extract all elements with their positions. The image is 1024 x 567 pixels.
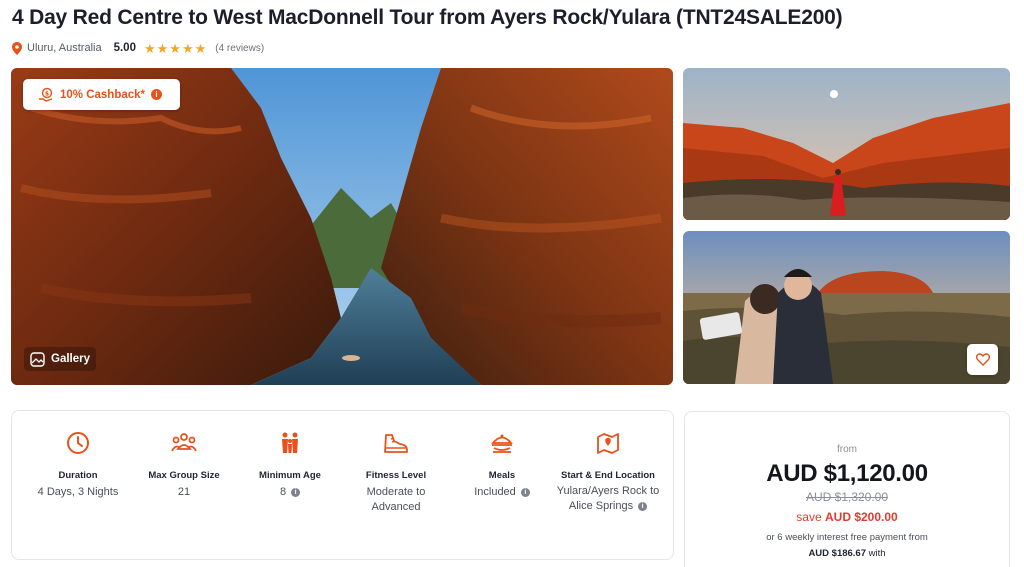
- feature-label: Duration: [58, 470, 98, 481]
- map-pin-icon: [597, 433, 619, 454]
- cashback-icon: $: [39, 87, 53, 102]
- feature-label: Max Group Size: [148, 470, 220, 481]
- clock-icon: [67, 432, 89, 454]
- rating-score: 5.00: [113, 42, 136, 54]
- svg-text:$: $: [45, 90, 49, 97]
- shoe-icon: [384, 434, 408, 453]
- price-from-label: from: [837, 444, 857, 455]
- installment-amount: AUD $186.67: [808, 548, 866, 559]
- gallery-label: Gallery: [51, 353, 90, 365]
- feature-value: Moderate to Advanced: [366, 486, 426, 513]
- savings-text: save AUD $200.00: [685, 510, 1009, 524]
- meal-icon: [491, 434, 513, 453]
- reviews-link[interactable]: (4 reviews): [215, 43, 264, 54]
- location-pin-icon: [12, 41, 22, 55]
- feature-value: 4 Days, 3 Nights: [37, 486, 119, 498]
- original-price: AUD $1,320.00: [805, 490, 889, 504]
- info-icon[interactable]: i: [638, 501, 648, 511]
- feature-meals: Meals Included i: [450, 430, 554, 500]
- hero-image[interactable]: [11, 68, 673, 385]
- feature-value: 8: [279, 486, 287, 498]
- star-icon: ★: [156, 40, 169, 56]
- savings-amount: AUD $200.00: [824, 510, 898, 524]
- gallery-icon: [30, 351, 45, 367]
- savings-prefix: save: [796, 510, 822, 524]
- feature-label: Start & End Location: [561, 470, 655, 481]
- feature-label: Minimum Age: [259, 470, 321, 481]
- star-icon: ★: [143, 40, 156, 56]
- wishlist-button[interactable]: [967, 344, 998, 375]
- gallery-thumbnail-2[interactable]: [683, 231, 1010, 384]
- star-icon: ★: [169, 40, 181, 56]
- info-icon[interactable]: i: [520, 487, 530, 497]
- star-icon: ★: [194, 40, 207, 56]
- page-title: 4 Day Red Centre to West MacDonnell Tour…: [12, 6, 843, 29]
- group-icon: [171, 433, 197, 452]
- tour-features-card: Duration 4 Days, 3 Nights Max Group Size…: [11, 410, 674, 560]
- heart-icon: [975, 353, 990, 366]
- gallery-thumbnail-1[interactable]: [683, 68, 1010, 220]
- feature-value: 21: [177, 486, 191, 498]
- info-icon[interactable]: i: [151, 89, 163, 100]
- feature-max-group-size: Max Group Size 21: [132, 430, 236, 500]
- feature-value: Included: [474, 486, 516, 498]
- current-price: AUD $1,120.00: [766, 460, 928, 487]
- feature-label: Meals: [488, 470, 516, 481]
- installment-line: AUD $186.67 with: [685, 548, 1009, 559]
- feature-fitness-level: Fitness Level Moderate to Advanced: [344, 430, 448, 515]
- tour-meta: Uluru, Australia 5.00 ★ ★ ★ ★ ★ (4 reviews): [12, 40, 264, 56]
- feature-label: Fitness Level: [365, 470, 427, 481]
- gallery-button[interactable]: Gallery: [24, 347, 96, 371]
- installment-suffix: with: [868, 548, 886, 559]
- location-text: Uluru, Australia: [27, 42, 102, 54]
- cashback-label: 10% Cashback*: [60, 88, 146, 101]
- feature-start-end-location: Start & End Location Yulara/Ayers Rock t…: [556, 430, 660, 514]
- cashback-badge[interactable]: $ 10% Cashback* i: [23, 79, 180, 110]
- installment-text: or 6 weekly interest free payment from: [766, 532, 928, 543]
- info-icon[interactable]: i: [291, 487, 301, 497]
- rating-stars: ★ ★ ★ ★ ★: [144, 42, 207, 55]
- star-icon: ★: [181, 40, 194, 56]
- feature-minimum-age: Minimum Age 8i: [238, 430, 342, 500]
- people-icon: [282, 432, 298, 453]
- feature-duration: Duration 4 Days, 3 Nights: [26, 430, 130, 500]
- price-card: from AUD $1,120.00 AUD $1,320.00 save AU…: [684, 411, 1010, 567]
